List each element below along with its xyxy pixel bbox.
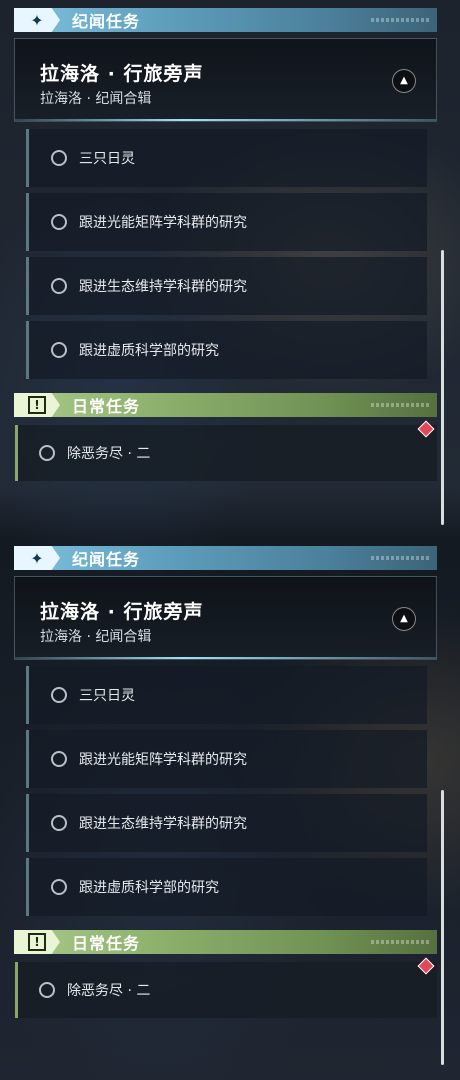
four-point-star-icon: ✦ <box>14 546 60 570</box>
subtask-label: 跟进生态维持学科群的研究 <box>79 279 247 295</box>
daily-quest-label: 除恶务尽 · 二 <box>67 446 151 462</box>
radio-circle-icon <box>51 342 67 358</box>
header-decoration <box>371 403 431 407</box>
quest-panel-bottom: ✦ 纪闻任务 拉海洛 · 行旅旁声 拉海洛 · 纪闻合辑 ▲ 三只日灵 跟进光能… <box>0 540 460 1080</box>
radio-circle-icon <box>51 879 67 895</box>
subtask-label: 跟进光能矩阵学科群的研究 <box>79 215 247 231</box>
quest-card[interactable]: 拉海洛 · 行旅旁声 拉海洛 · 纪闻合辑 ▲ <box>14 576 437 660</box>
radio-circle-icon <box>51 150 67 166</box>
quest-subtitle: 拉海洛 · 纪闻合辑 <box>40 91 152 107</box>
daily-quest-item[interactable]: 除恶务尽 · 二 <box>15 962 437 1018</box>
daily-quest-header[interactable]: ! 日常任务 <box>14 930 437 954</box>
four-point-star-icon: ✦ <box>14 8 60 32</box>
radio-circle-icon <box>39 445 55 461</box>
header-decoration <box>371 556 431 560</box>
subtask-item[interactable]: 跟进虚质科学部的研究 <box>26 858 427 916</box>
story-quest-header-title: 纪闻任务 <box>72 12 141 31</box>
scrollbar[interactable] <box>441 250 444 525</box>
daily-quest-item[interactable]: 除恶务尽 · 二 <box>15 425 437 481</box>
subtask-item[interactable]: 跟进生态维持学科群的研究 <box>26 794 427 852</box>
quest-subtitle: 拉海洛 · 纪闻合辑 <box>40 629 152 645</box>
subtask-label: 跟进光能矩阵学科群的研究 <box>79 752 247 768</box>
subtask-item[interactable]: 跟进光能矩阵学科群的研究 <box>26 193 427 251</box>
radio-circle-icon <box>51 214 67 230</box>
subtask-label: 三只日灵 <box>79 688 135 704</box>
scrollbar[interactable] <box>441 790 444 1065</box>
subtask-label: 跟进虚质科学部的研究 <box>79 880 219 896</box>
story-quest-header-title: 纪闻任务 <box>72 550 141 569</box>
header-decoration <box>371 940 431 944</box>
header-decoration <box>371 18 431 22</box>
daily-quest-label: 除恶务尽 · 二 <box>67 983 151 999</box>
subtask-item[interactable]: 跟进光能矩阵学科群的研究 <box>26 730 427 788</box>
collapse-arrow-icon[interactable]: ▲ <box>392 69 416 93</box>
subtask-label: 三只日灵 <box>79 151 135 167</box>
daily-quest-header-title: 日常任务 <box>72 397 141 416</box>
subtask-item[interactable]: 跟进虚质科学部的研究 <box>26 321 427 379</box>
daily-quest-header-title: 日常任务 <box>72 934 141 953</box>
exclamation-box-icon: ! <box>14 393 60 417</box>
subtask-item[interactable]: 三只日灵 <box>26 666 427 724</box>
radio-circle-icon <box>51 815 67 831</box>
quest-title: 拉海洛 · 行旅旁声 <box>40 601 204 623</box>
subtask-label: 跟进虚质科学部的研究 <box>79 343 219 359</box>
story-quest-header[interactable]: ✦ 纪闻任务 <box>14 546 437 570</box>
exclamation-box-icon: ! <box>14 930 60 954</box>
story-quest-header[interactable]: ✦ 纪闻任务 <box>14 8 437 32</box>
subtask-item[interactable]: 三只日灵 <box>26 129 427 187</box>
quest-title: 拉海洛 · 行旅旁声 <box>40 63 204 85</box>
subtask-label: 跟进生态维持学科群的研究 <box>79 816 247 832</box>
daily-quest-header[interactable]: ! 日常任务 <box>14 393 437 417</box>
radio-circle-icon <box>39 982 55 998</box>
quest-panel-top: ✦ 纪闻任务 拉海洛 · 行旅旁声 拉海洛 · 纪闻合辑 ▲ 三只日灵 跟进光能… <box>0 0 460 540</box>
radio-circle-icon <box>51 687 67 703</box>
quest-card[interactable]: 拉海洛 · 行旅旁声 拉海洛 · 纪闻合辑 ▲ <box>14 38 437 122</box>
radio-circle-icon <box>51 751 67 767</box>
collapse-arrow-icon[interactable]: ▲ <box>392 607 416 631</box>
subtask-item[interactable]: 跟进生态维持学科群的研究 <box>26 257 427 315</box>
radio-circle-icon <box>51 278 67 294</box>
